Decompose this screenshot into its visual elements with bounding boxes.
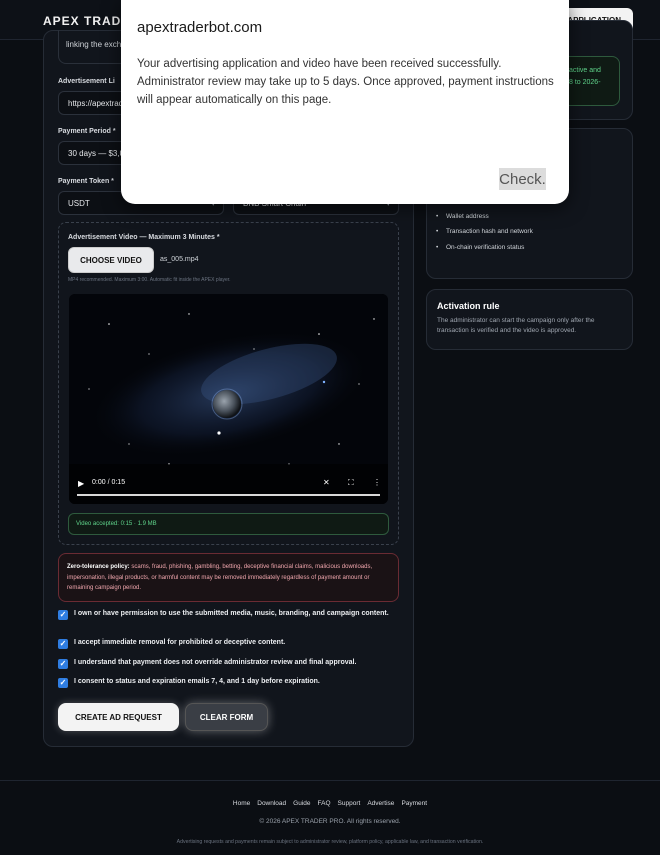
footer-link-payment[interactable]: Payment <box>401 800 427 807</box>
ad-link-value: https://apextrad <box>68 98 124 108</box>
mute-icon[interactable]: ✕ <box>323 478 330 487</box>
consent-check-2[interactable]: ✓ I accept immediate removal for prohibi… <box>58 638 393 649</box>
clear-form-button[interactable]: CLEAR FORM <box>185 703 268 731</box>
footer-link-support[interactable]: Support <box>338 800 361 807</box>
list-item: Wallet address <box>436 213 533 229</box>
consent-check-1[interactable]: ✓ I own or have permission to use the su… <box>58 609 393 620</box>
footer-link-faq[interactable]: FAQ <box>318 800 331 807</box>
checkbox[interactable]: ✓ <box>58 659 68 669</box>
policy-title: Zero-tolerance policy: <box>67 564 130 570</box>
consent-label: I accept immediate removal for prohibite… <box>74 639 286 646</box>
footer-divider <box>0 780 660 781</box>
footer-link-advertise[interactable]: Advertise <box>367 800 394 807</box>
fullscreen-icon[interactable]: ⛶ <box>348 478 354 488</box>
payment-period-label: Payment Period * <box>58 128 116 135</box>
video-file-name: as_005.mp4 <box>160 256 199 263</box>
alert-dialog: apextraderbot.com Your advertising appli… <box>121 0 569 204</box>
list-item: Transaction hash and network <box>436 228 533 244</box>
dialog-message: Your advertising application and video h… <box>137 58 554 106</box>
consent-check-4[interactable]: ✓ I consent to status and expiration ema… <box>58 677 393 688</box>
disclaimer: Advertising requests and payments remain… <box>176 839 484 845</box>
play-icon[interactable]: ▶ <box>78 479 84 488</box>
activation-rule-title: Activation rule <box>437 301 500 311</box>
activation-rule-text: The administrator can start the campaign… <box>437 317 595 335</box>
video-section-title: Advertisement Video — Maximum 3 Minutes … <box>68 234 220 241</box>
video-frame <box>69 294 388 504</box>
video-scrubber[interactable] <box>77 494 380 496</box>
payment-period-value: 30 days — $3,0 <box>68 148 125 158</box>
copyright: © 2026 APEX TRADER PRO. All rights reser… <box>259 818 401 825</box>
video-time: 0:00 / 0:15 <box>92 479 126 486</box>
footer-link-download[interactable]: Download <box>257 800 286 807</box>
policy-warning: Zero-tolerance policy: scams, fraud, phi… <box>58 553 399 602</box>
info-text: linking the exch <box>66 40 122 49</box>
dialog-ok-button[interactable]: Check. <box>499 168 546 190</box>
consent-label: I consent to status and expiration email… <box>74 678 320 685</box>
choose-video-button[interactable]: CHOOSE VIDEO <box>68 247 154 273</box>
consent-label: I understand that payment does not overr… <box>74 659 357 666</box>
consent-check-3[interactable]: ✓ I understand that payment does not ove… <box>58 658 393 669</box>
dialog-origin: apextraderbot.com <box>137 19 263 36</box>
checkbox[interactable]: ✓ <box>58 639 68 649</box>
footer-link-home[interactable]: Home <box>233 800 250 807</box>
checkbox[interactable]: ✓ <box>58 678 68 688</box>
checkbox[interactable]: ✓ <box>58 610 68 620</box>
video-hint: MP4 recommended. Maximum 3:00. Automatic… <box>68 277 231 283</box>
consent-label: I own or have permission to use the subm… <box>74 610 389 617</box>
video-player[interactable]: ▶ 0:00 / 0:15 ✕ ⛶ ⋮ <box>69 294 388 504</box>
payment-token-value: USDT <box>68 198 90 208</box>
list-item: On-chain verification status <box>436 244 533 260</box>
video-accepted-status: Video accepted: 0:15 · 1.9 MB <box>68 513 389 535</box>
requirements-list: Selected period and amount Wallet addres… <box>436 197 533 259</box>
footer-link-guide[interactable]: Guide <box>293 800 310 807</box>
payment-token-label: Payment Token * <box>58 178 114 185</box>
footer-nav: Home Download Guide FAQ Support Advertis… <box>0 800 660 807</box>
ad-link-label: Advertisement Li <box>58 78 115 85</box>
more-options-icon[interactable]: ⋮ <box>373 478 381 487</box>
create-ad-request-button[interactable]: CREATE AD REQUEST <box>58 703 179 731</box>
